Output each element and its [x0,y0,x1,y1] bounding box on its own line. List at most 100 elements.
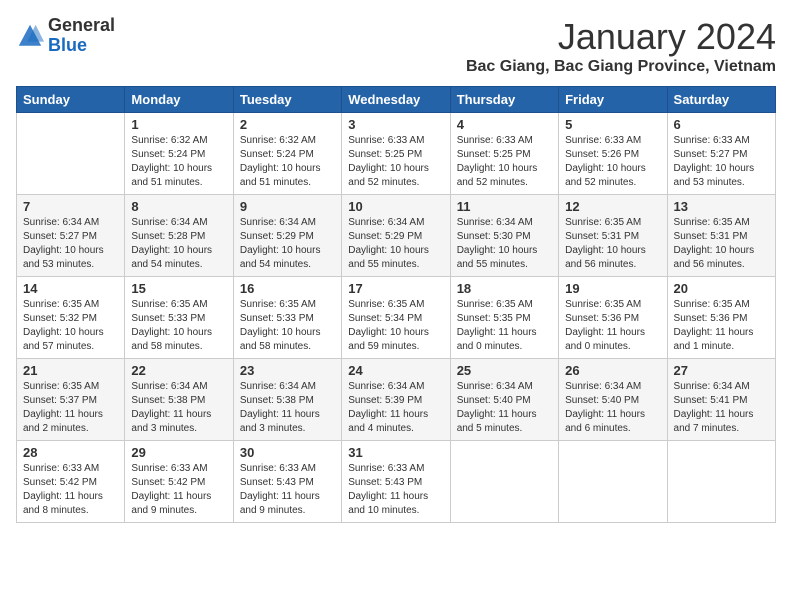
calendar-cell: 13 Sunrise: 6:35 AM Sunset: 5:31 PM Dayli… [667,195,775,277]
day-info: Sunrise: 6:35 AM Sunset: 5:32 PM Dayligh… [23,298,118,354]
calendar-cell: 15 Sunrise: 6:35 AM Sunset: 5:33 PM Dayli… [125,277,233,359]
calendar-cell: 17Sunrise: 6:35 AM Sunset: 5:34 PM Dayli… [342,277,450,359]
calendar-cell [17,113,125,195]
day-info: Sunrise: 6:33 AM Sunset: 5:25 PM Dayligh… [348,134,443,190]
calendar-cell [450,441,558,523]
day-number: 15 [131,281,226,296]
day-number: 4 [457,117,552,132]
calendar-cell: 7 Sunrise: 6:34 AM Sunset: 5:27 PM Daylig… [17,195,125,277]
day-info: Sunrise: 6:34 AM Sunset: 5:40 PM Dayligh… [457,380,552,436]
day-number: 22 [131,363,226,378]
day-number: 27 [674,363,769,378]
calendar-cell [559,441,667,523]
day-info: Sunrise: 6:35 AM Sunset: 5:33 PM Dayligh… [131,298,226,354]
calendar-cell [667,441,775,523]
calendar-cell: 3 Sunrise: 6:33 AM Sunset: 5:25 PM Daylig… [342,113,450,195]
calendar-cell: 24 Sunrise: 6:34 AM Sunset: 5:39 PM Dayli… [342,359,450,441]
week-row-2: 14Sunrise: 6:35 AM Sunset: 5:32 PM Dayli… [17,277,776,359]
calendar-cell: 10Sunrise: 6:34 AM Sunset: 5:29 PM Dayli… [342,195,450,277]
logo-icon [16,22,44,50]
calendar-cell: 2 Sunrise: 6:32 AM Sunset: 5:24 PM Daylig… [233,113,341,195]
header-wednesday: Wednesday [342,87,450,113]
day-info: Sunrise: 6:34 AM Sunset: 5:39 PM Dayligh… [348,380,443,436]
day-number: 26 [565,363,660,378]
day-number: 20 [674,281,769,296]
location-title: Bac Giang, Bac Giang Province, Vietnam [466,58,776,76]
calendar-cell: 4 Sunrise: 6:33 AM Sunset: 5:25 PM Daylig… [450,113,558,195]
day-info: Sunrise: 6:34 AM Sunset: 5:30 PM Dayligh… [457,216,552,272]
day-info: Sunrise: 6:35 AM Sunset: 5:31 PM Dayligh… [565,216,660,272]
day-number: 7 [23,199,118,214]
day-info: Sunrise: 6:35 AM Sunset: 5:36 PM Dayligh… [674,298,769,354]
month-title: January 2024 [466,16,776,58]
header-tuesday: Tuesday [233,87,341,113]
day-number: 30 [240,445,335,460]
calendar-cell: 20 Sunrise: 6:35 AM Sunset: 5:36 PM Dayli… [667,277,775,359]
day-number: 8 [131,199,226,214]
header-saturday: Saturday [667,87,775,113]
day-number: 3 [348,117,443,132]
week-row-1: 7 Sunrise: 6:34 AM Sunset: 5:27 PM Daylig… [17,195,776,277]
day-number: 19 [565,281,660,296]
calendar-cell: 8 Sunrise: 6:34 AM Sunset: 5:28 PM Daylig… [125,195,233,277]
day-info: Sunrise: 6:33 AM Sunset: 5:42 PM Dayligh… [131,462,226,518]
week-row-4: 28Sunrise: 6:33 AM Sunset: 5:42 PM Dayli… [17,441,776,523]
day-number: 5 [565,117,660,132]
header-thursday: Thursday [450,87,558,113]
day-number: 1 [131,117,226,132]
calendar-cell: 27 Sunrise: 6:34 AM Sunset: 5:41 PM Dayli… [667,359,775,441]
calendar-cell: 12 Sunrise: 6:35 AM Sunset: 5:31 PM Dayli… [559,195,667,277]
day-info: Sunrise: 6:32 AM Sunset: 5:24 PM Dayligh… [240,134,335,190]
calendar-cell: 18 Sunrise: 6:35 AM Sunset: 5:35 PM Dayli… [450,277,558,359]
day-number: 21 [23,363,118,378]
day-number: 6 [674,117,769,132]
calendar-cell: 22 Sunrise: 6:34 AM Sunset: 5:38 PM Dayli… [125,359,233,441]
day-number: 18 [457,281,552,296]
header-row: SundayMondayTuesdayWednesdayThursdayFrid… [17,87,776,113]
day-info: Sunrise: 6:33 AM Sunset: 5:43 PM Dayligh… [240,462,335,518]
page-header: General Blue January 2024 Bac Giang, Bac… [16,16,776,76]
title-area: January 2024 Bac Giang, Bac Giang Provin… [466,16,776,76]
day-info: Sunrise: 6:34 AM Sunset: 5:38 PM Dayligh… [240,380,335,436]
calendar-cell: 26 Sunrise: 6:34 AM Sunset: 5:40 PM Dayli… [559,359,667,441]
calendar-cell: 16 Sunrise: 6:35 AM Sunset: 5:33 PM Dayli… [233,277,341,359]
day-info: Sunrise: 6:33 AM Sunset: 5:43 PM Dayligh… [348,462,443,518]
day-info: Sunrise: 6:34 AM Sunset: 5:27 PM Dayligh… [23,216,118,272]
day-info: Sunrise: 6:35 AM Sunset: 5:31 PM Dayligh… [674,216,769,272]
day-number: 29 [131,445,226,460]
day-number: 25 [457,363,552,378]
calendar-table: SundayMondayTuesdayWednesdayThursdayFrid… [16,86,776,523]
day-number: 13 [674,199,769,214]
day-info: Sunrise: 6:35 AM Sunset: 5:36 PM Dayligh… [565,298,660,354]
day-info: Sunrise: 6:34 AM Sunset: 5:41 PM Dayligh… [674,380,769,436]
day-number: 16 [240,281,335,296]
day-number: 2 [240,117,335,132]
day-info: Sunrise: 6:32 AM Sunset: 5:24 PM Dayligh… [131,134,226,190]
calendar-cell: 14Sunrise: 6:35 AM Sunset: 5:32 PM Dayli… [17,277,125,359]
day-info: Sunrise: 6:35 AM Sunset: 5:35 PM Dayligh… [457,298,552,354]
header-sunday: Sunday [17,87,125,113]
day-info: Sunrise: 6:33 AM Sunset: 5:27 PM Dayligh… [674,134,769,190]
header-monday: Monday [125,87,233,113]
day-info: Sunrise: 6:34 AM Sunset: 5:29 PM Dayligh… [240,216,335,272]
day-info: Sunrise: 6:34 AM Sunset: 5:40 PM Dayligh… [565,380,660,436]
day-info: Sunrise: 6:35 AM Sunset: 5:37 PM Dayligh… [23,380,118,436]
day-info: Sunrise: 6:33 AM Sunset: 5:42 PM Dayligh… [23,462,118,518]
calendar-cell: 30 Sunrise: 6:33 AM Sunset: 5:43 PM Dayli… [233,441,341,523]
logo-blue: Blue [48,36,115,56]
day-info: Sunrise: 6:33 AM Sunset: 5:25 PM Dayligh… [457,134,552,190]
calendar-cell: 6 Sunrise: 6:33 AM Sunset: 5:27 PM Daylig… [667,113,775,195]
calendar-cell: 9Sunrise: 6:34 AM Sunset: 5:29 PM Daylig… [233,195,341,277]
day-info: Sunrise: 6:34 AM Sunset: 5:28 PM Dayligh… [131,216,226,272]
day-number: 12 [565,199,660,214]
day-number: 24 [348,363,443,378]
week-row-0: 1 Sunrise: 6:32 AM Sunset: 5:24 PM Daylig… [17,113,776,195]
day-info: Sunrise: 6:35 AM Sunset: 5:33 PM Dayligh… [240,298,335,354]
day-info: Sunrise: 6:34 AM Sunset: 5:38 PM Dayligh… [131,380,226,436]
day-number: 11 [457,199,552,214]
calendar-cell: 29 Sunrise: 6:33 AM Sunset: 5:42 PM Dayli… [125,441,233,523]
calendar-cell: 25 Sunrise: 6:34 AM Sunset: 5:40 PM Dayli… [450,359,558,441]
day-info: Sunrise: 6:34 AM Sunset: 5:29 PM Dayligh… [348,216,443,272]
calendar-cell: 21 Sunrise: 6:35 AM Sunset: 5:37 PM Dayli… [17,359,125,441]
day-info: Sunrise: 6:35 AM Sunset: 5:34 PM Dayligh… [348,298,443,354]
